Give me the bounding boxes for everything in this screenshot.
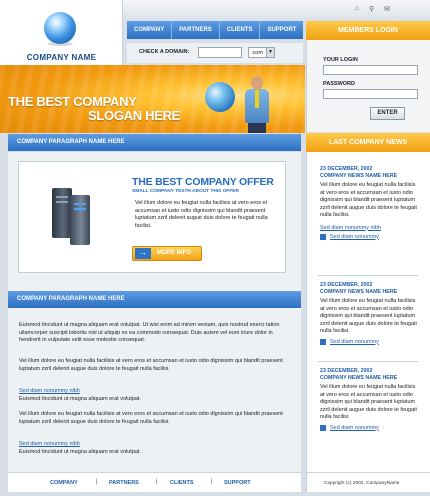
nav-item-support[interactable]: SUPPORT — [260, 21, 303, 39]
server-tower-icon — [52, 188, 72, 238]
paragraph-3: Euismod tincidunt ut magna aliquam erat … — [19, 396, 141, 402]
footer-separator: | — [156, 479, 158, 485]
drive-slot — [74, 203, 86, 205]
divider — [318, 275, 418, 276]
news-date: 23 DECEMBER, 2002 — [320, 166, 373, 172]
main-nav: COMPANY PARTNERS CLIENTS SUPPORT — [127, 21, 303, 39]
news-title[interactable]: COMPANY NEWS NAME HERE — [320, 173, 420, 179]
slogan-line-2: SLOGAN HERE — [88, 108, 181, 123]
last-news-header: LAST COMPANY NEWS — [306, 133, 430, 152]
paragraph-1: Euismod tincidunt ut magna aliquam erat … — [19, 322, 280, 343]
password-label: PASSWORD — [323, 81, 355, 87]
divider — [318, 361, 418, 362]
news-more-link[interactable]: Sed diam nonummy — [320, 233, 420, 240]
news-more-link[interactable]: Sed diam nonummy — [320, 338, 420, 345]
drive-slot — [74, 208, 86, 210]
login-panel: YOUR LOGIN PASSWORD ENTER — [306, 40, 430, 132]
server-tower-icon — [70, 195, 90, 245]
news-link[interactable]: Sed diam nonummy nibh — [320, 225, 420, 231]
bullet-icon — [320, 233, 326, 240]
login-label: YOUR LOGIN — [323, 57, 358, 63]
login-input[interactable] — [323, 65, 418, 75]
logo-sphere-icon — [44, 12, 76, 44]
password-input[interactable] — [323, 89, 418, 99]
news-text: Vel illum dolore eu feugiat nulla facili… — [320, 298, 417, 334]
tld-value: .com — [251, 50, 263, 56]
news-text: Vel illum dolore eu feugiat nulla facili… — [320, 384, 417, 420]
body-link-1[interactable]: Sed diam nonummy nibh — [19, 388, 80, 394]
offer-title: THE BEST COMPANY OFFER — [132, 176, 274, 188]
drive-slot — [56, 201, 68, 203]
search-icon[interactable]: ⚲ — [369, 5, 374, 13]
news-more-label: Sed diam nonummy — [330, 338, 379, 345]
news-item: 23 DECEMBER, 2002 COMPANY NEWS NAME HERE… — [320, 282, 420, 345]
top-strip: ⌂ ⚲ ✉ — [123, 0, 430, 20]
news-more-label: Sed diam nonummy — [330, 424, 379, 431]
news-item: 23 DECEMBER, 2002 COMPANY NEWS NAME HERE… — [320, 166, 420, 240]
news-more-label: Sed diam nonummy — [330, 233, 379, 240]
offer-subtitle: SMALL COMPANY TEXTH ABOUT THIS OFFER — [132, 189, 239, 194]
slogan-line-1: THE BEST COMPANY — [8, 94, 137, 109]
paragraph-2: Vel illum dolore eu feugiat nulla facili… — [19, 358, 283, 372]
banner: THE BEST COMPANY SLOGAN HERE — [0, 65, 305, 133]
bullet-icon — [320, 338, 326, 345]
news-date: 23 DECEMBER, 2002 — [320, 282, 373, 288]
footer-separator: | — [96, 479, 98, 485]
footer-link-clients[interactable]: CLIENTS — [170, 480, 194, 486]
news-item: 23 DECEMBER, 2002 COMPANY NEWS NAME HERE… — [320, 368, 420, 431]
footer-nav: COMPANY | PARTNERS | CLIENTS | SUPPORT — [8, 472, 301, 492]
enter-button[interactable]: ENTER — [370, 107, 405, 120]
news-title[interactable]: COMPANY NEWS NAME HERE — [320, 375, 420, 381]
news-date: 23 DECEMBER, 2002 — [320, 368, 373, 374]
news-title[interactable]: COMPANY NEWS NAME HERE — [320, 289, 420, 295]
home-icon[interactable]: ⌂ — [355, 5, 359, 13]
businessman-head — [251, 76, 263, 90]
nav-item-company[interactable]: COMPANY — [127, 21, 173, 39]
domain-input[interactable] — [198, 47, 242, 58]
drive-slot — [56, 196, 68, 198]
section-head-1: COMPANY PARAGRAPH NAME HERE — [8, 134, 301, 151]
domain-check: CHECK A DOMAIN: .com ▼ — [127, 43, 303, 63]
footer-link-partners[interactable]: PARTNERS — [109, 480, 139, 486]
members-login-header: MEMBERS LOGIN — [306, 21, 430, 40]
footer-link-company[interactable]: COMPANY — [50, 480, 78, 486]
section-head-2: COMPANY PARAGRAPH NAME HERE — [8, 291, 301, 308]
mail-icon[interactable]: ✉ — [384, 5, 390, 13]
body-link-2[interactable]: Sed diam nonummy nibh — [19, 441, 80, 447]
tld-select[interactable]: .com ▼ — [248, 47, 275, 58]
offer-text: Vel illum dolore eu feugiat nulla facili… — [135, 200, 268, 229]
more-info-button[interactable]: → MORE INFO — [132, 246, 202, 261]
bullet-icon — [320, 424, 326, 431]
nav-item-clients[interactable]: CLIENTS — [220, 21, 261, 39]
footer-link-support[interactable]: SUPPORT — [224, 480, 251, 486]
more-info-label: MORE INFO — [157, 250, 191, 256]
paragraph-4: Vel illum dolore eu feugiat nulla facili… — [19, 411, 283, 425]
offer-box: THE BEST COMPANY OFFER SMALL COMPANY TEX… — [18, 161, 286, 273]
nav-item-partners[interactable]: PARTNERS — [172, 21, 220, 39]
domain-label: CHECK A DOMAIN: — [139, 49, 190, 55]
footer-separator: | — [211, 479, 213, 485]
globe-icon — [205, 82, 235, 112]
company-name: COMPANY NAME — [26, 53, 97, 62]
chevron-down-icon: ▼ — [266, 48, 274, 57]
arrow-right-icon: → — [135, 248, 151, 259]
news-text: Vel illum dolore eu feugiat nulla facili… — [320, 182, 417, 218]
news-more-link[interactable]: Sed diam nonummy — [320, 424, 420, 431]
paragraph-5: Euismod tincidunt ut magna aliquam erat … — [19, 449, 141, 455]
businessman-tie — [255, 90, 259, 108]
page: COMPANY NAME ⌂ ⚲ ✉ COMPANY PARTNERS CLIE… — [0, 0, 430, 496]
copyright-text: Copyright (c) 2002, CompanyName — [324, 481, 400, 486]
copyright-box: Copyright (c) 2002, CompanyName — [306, 472, 430, 492]
